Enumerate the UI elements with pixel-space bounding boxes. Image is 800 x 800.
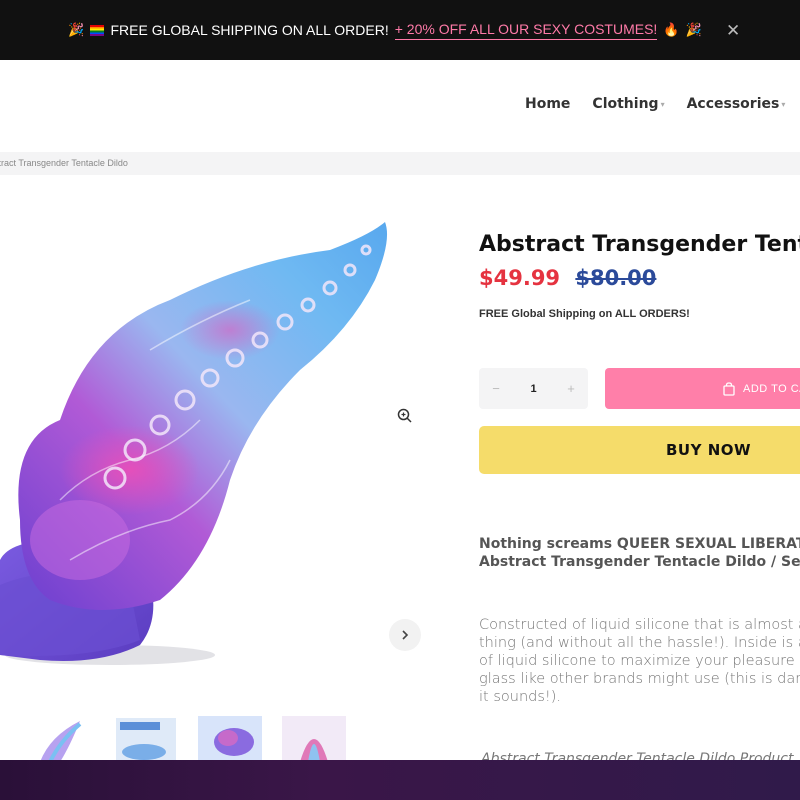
breadcrumb-current: stract Transgender Tentacle Dildo xyxy=(0,158,128,168)
site-header: Home Clothing ▾ Accessories ▾ H xyxy=(0,60,800,152)
announcement-bar: 🎉 FREE GLOBAL SHIPPING ON ALL ORDER! + 2… xyxy=(0,0,800,60)
description-body: Constructed of liquid silicone that is a… xyxy=(479,616,800,706)
chevron-down-icon: ▾ xyxy=(660,99,665,109)
party-popper-icon: 🎉 xyxy=(68,22,85,37)
chevron-right-icon xyxy=(402,630,409,640)
breadcrumb: stract Transgender Tentacle Dildo xyxy=(0,152,800,175)
thumbnail-4[interactable] xyxy=(282,716,346,762)
announcement-text: FREE GLOBAL SHIPPING ON ALL ORDER! xyxy=(110,22,389,38)
thumbnail-2[interactable] xyxy=(114,716,178,762)
buy-now-label: BUY NOW xyxy=(666,441,752,459)
regular-price: $80.00 xyxy=(575,266,657,290)
zoom-in-icon[interactable] xyxy=(396,407,414,425)
add-to-cart-button[interactable]: ADD TO CA xyxy=(605,368,800,409)
promo-link[interactable]: + 20% OFF ALL OUR SEXY COSTUMES! xyxy=(394,21,658,40)
shipping-note: FREE Global Shipping on ALL ORDERS! xyxy=(479,308,690,320)
buy-now-button[interactable]: BUY NOW xyxy=(479,426,800,474)
rainbow-flag-icon xyxy=(90,24,105,36)
nav-item-label: Home xyxy=(525,96,571,112)
lead-line: Nothing screams QUEER SEXUAL LIBERATIO xyxy=(479,536,800,552)
price-block: $49.99 $80.00 xyxy=(479,266,656,290)
qty-decrease-button[interactable]: − xyxy=(479,381,513,396)
body-line: of liquid silicone to maximize your plea… xyxy=(479,653,800,669)
product-gallery xyxy=(0,175,440,760)
product-image[interactable] xyxy=(0,175,440,760)
chevron-down-icon: ▾ xyxy=(781,99,786,109)
nav-item-home[interactable]: Home xyxy=(525,96,570,112)
announcement-message: 🎉 FREE GLOBAL SHIPPING ON ALL ORDER! + 2… xyxy=(68,21,702,40)
thumbnail-strip xyxy=(30,716,346,762)
main-nav: Home Clothing ▾ Accessories ▾ H xyxy=(525,96,800,112)
thumbnail-3[interactable] xyxy=(198,716,262,762)
body-line: thing (and without all the hassle!). Ins… xyxy=(479,635,800,651)
party-popper-icon-right: 🎉 xyxy=(685,22,702,37)
thumbnail-1[interactable] xyxy=(30,716,94,762)
body-line: it sounds!). xyxy=(479,689,561,705)
nav-item-accessories[interactable]: Accessories ▾ xyxy=(687,96,786,112)
nav-item-clothing[interactable]: Clothing ▾ xyxy=(592,96,664,112)
description-lead: Nothing screams QUEER SEXUAL LIBERATIO A… xyxy=(479,535,800,571)
sale-price: $49.99 xyxy=(479,266,561,290)
fire-icon: 🔥 xyxy=(663,22,680,37)
nav-item-label: Accessories xyxy=(686,96,780,112)
shopping-bag-icon xyxy=(723,381,735,396)
bottom-overlay-bar xyxy=(0,760,800,800)
body-line: Constructed of liquid silicone that is a… xyxy=(479,617,800,633)
qty-value[interactable]: 1 xyxy=(530,383,536,395)
quantity-stepper: − 1 + xyxy=(479,368,588,409)
product-title: Abstract Transgender Tentac xyxy=(479,232,800,257)
qty-increase-button[interactable]: + xyxy=(554,381,588,396)
body-line: glass like other brands might use (this … xyxy=(479,671,800,687)
close-icon[interactable]: ✕ xyxy=(726,21,740,41)
nav-item-label: Clothing xyxy=(592,96,659,112)
next-image-button[interactable] xyxy=(389,619,421,651)
lead-line: Abstract Transgender Tentacle Dildo / Se… xyxy=(479,554,800,570)
add-to-cart-label: ADD TO CA xyxy=(743,382,800,395)
